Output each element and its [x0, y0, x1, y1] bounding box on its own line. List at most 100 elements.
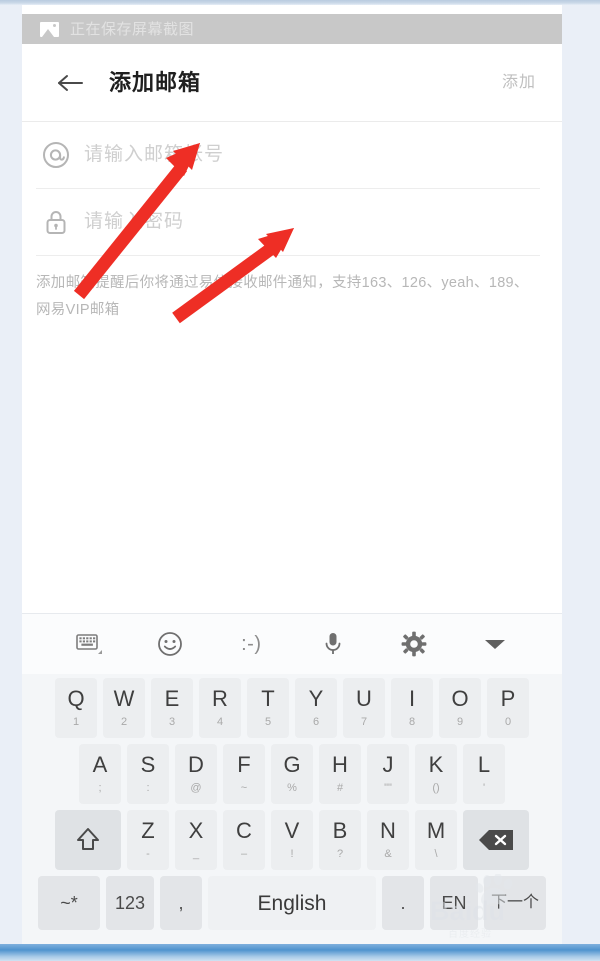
shift-key[interactable]: [55, 810, 121, 870]
emoji-icon[interactable]: [147, 624, 193, 664]
status-notification-bar: 正在保存屏幕截图: [22, 14, 562, 44]
at-sign-icon: [36, 140, 76, 170]
microphone-icon[interactable]: [310, 624, 356, 664]
screenshot-canvas: 正在保存屏幕截图 添加邮箱 添加 请输入邮箱帐号 添加邮箱提醒后你将通过易信接收…: [0, 0, 600, 961]
key-o[interactable]: O9: [439, 678, 481, 738]
key-c[interactable]: C –: [223, 810, 265, 870]
key-y[interactable]: Y6: [295, 678, 337, 738]
key-t[interactable]: T5: [247, 678, 289, 738]
key-label: B: [332, 818, 348, 843]
keyboard-layout-icon[interactable]: [66, 624, 112, 664]
key-label: H: [332, 752, 348, 777]
add-email-form: 添加邮箱提醒后你将通过易信接收邮件通知，支持163、126、yeah、189、网…: [22, 122, 562, 324]
key-sublabel: (): [432, 782, 440, 794]
key-f[interactable]: F ~: [223, 744, 265, 804]
key-z[interactable]: Z-: [127, 810, 169, 870]
key-d[interactable]: D @: [175, 744, 217, 804]
key-b[interactable]: B?: [319, 810, 361, 870]
key-sublabel: 2: [120, 716, 128, 728]
key-label: P: [500, 686, 516, 711]
key-m[interactable]: M \: [415, 810, 457, 870]
key-q[interactable]: Q1: [55, 678, 97, 738]
email-input[interactable]: [76, 144, 540, 166]
password-field-row[interactable]: [36, 189, 540, 256]
key-sublabel: ~: [240, 782, 248, 794]
password-input[interactable]: [76, 211, 540, 233]
key-sublabel: ?: [336, 848, 344, 860]
key-i[interactable]: I8: [391, 678, 433, 738]
email-field-row[interactable]: [36, 122, 540, 189]
key-u[interactable]: U7: [343, 678, 385, 738]
key-sublabel: ': [482, 782, 486, 794]
key-r[interactable]: R4: [199, 678, 241, 738]
numbers-key[interactable]: 123: [106, 876, 154, 930]
key-a[interactable]: A;: [79, 744, 121, 804]
bottom-window-edge: [0, 944, 600, 961]
key-p[interactable]: P0: [487, 678, 529, 738]
keyboard-row-1: Q1 W2 E3 R4 T5 Y6 U7 I8 O9 P0: [32, 678, 552, 738]
key-l[interactable]: L ': [463, 744, 505, 804]
key-s[interactable]: S:: [127, 744, 169, 804]
empty-content-area: [22, 360, 562, 613]
kaomoji-button[interactable]: :-): [228, 624, 274, 664]
add-button[interactable]: 添加: [502, 74, 536, 91]
key-label: English: [257, 891, 327, 915]
key-sublabel: -: [146, 848, 150, 860]
key-label: M: [426, 818, 446, 843]
key-sublabel: 9: [456, 716, 464, 728]
key-label: G: [283, 752, 301, 777]
key-label: Z: [141, 818, 155, 843]
key-sublabel: %: [287, 782, 297, 794]
key-h[interactable]: H #: [319, 744, 361, 804]
collapse-keyboard-icon[interactable]: [472, 624, 518, 664]
period-key[interactable]: .: [382, 876, 424, 930]
key-label: W: [113, 686, 135, 711]
key-x[interactable]: X _: [175, 810, 217, 870]
key-label: N: [380, 818, 396, 843]
keyboard-row-3: Z- X _ C – V! B? N & M \: [32, 810, 552, 870]
settings-gear-icon[interactable]: [391, 624, 437, 664]
key-k[interactable]: K (): [415, 744, 457, 804]
lock-icon: [36, 207, 76, 237]
key-sublabel: :: [146, 782, 150, 794]
key-label: I: [408, 686, 416, 711]
key-j[interactable]: J "": [367, 744, 409, 804]
key-sublabel: @: [190, 782, 202, 794]
key-label: Q: [67, 686, 85, 711]
key-label: E: [164, 686, 180, 711]
key-w[interactable]: W2: [103, 678, 145, 738]
key-e[interactable]: E3: [151, 678, 193, 738]
space-key[interactable]: English: [208, 876, 376, 930]
key-sublabel: 6: [312, 716, 320, 728]
keyboard-row-2: A; S: D @ F ~ G% H # J "" K() L ': [32, 744, 552, 804]
key-sublabel: &: [384, 848, 392, 860]
key-v[interactable]: V!: [271, 810, 313, 870]
key-sublabel: #: [336, 782, 344, 794]
key-label: V: [284, 818, 300, 843]
key-label: J: [382, 752, 394, 777]
key-sublabel: 3: [168, 716, 176, 728]
key-sublabel: 0: [504, 716, 512, 728]
key-sublabel: 8: [408, 716, 416, 728]
backspace-key[interactable]: [463, 810, 529, 870]
key-sublabel: 1: [72, 716, 80, 728]
image-icon: [40, 21, 59, 37]
key-label: T: [261, 686, 275, 711]
key-n[interactable]: N &: [367, 810, 409, 870]
key-sublabel: !: [290, 848, 294, 860]
comma-key[interactable]: ,: [160, 876, 202, 930]
symbols-key[interactable]: ~*: [38, 876, 100, 930]
key-label: X: [188, 818, 204, 843]
status-notification-text: 正在保存屏幕截图: [70, 20, 195, 38]
key-g[interactable]: G%: [271, 744, 313, 804]
key-label: O: [451, 686, 469, 711]
key-label: L: [477, 752, 491, 777]
shift-icon: [75, 826, 101, 854]
key-label: U: [356, 686, 372, 711]
key-label: ,: [178, 893, 184, 913]
key-sublabel: 4: [216, 716, 224, 728]
back-arrow-icon[interactable]: [56, 72, 84, 94]
key-sublabel: 7: [360, 716, 368, 728]
watermark-subtext: 百度经验: [448, 929, 492, 940]
watermark-brand: Baidu: [430, 896, 506, 926]
